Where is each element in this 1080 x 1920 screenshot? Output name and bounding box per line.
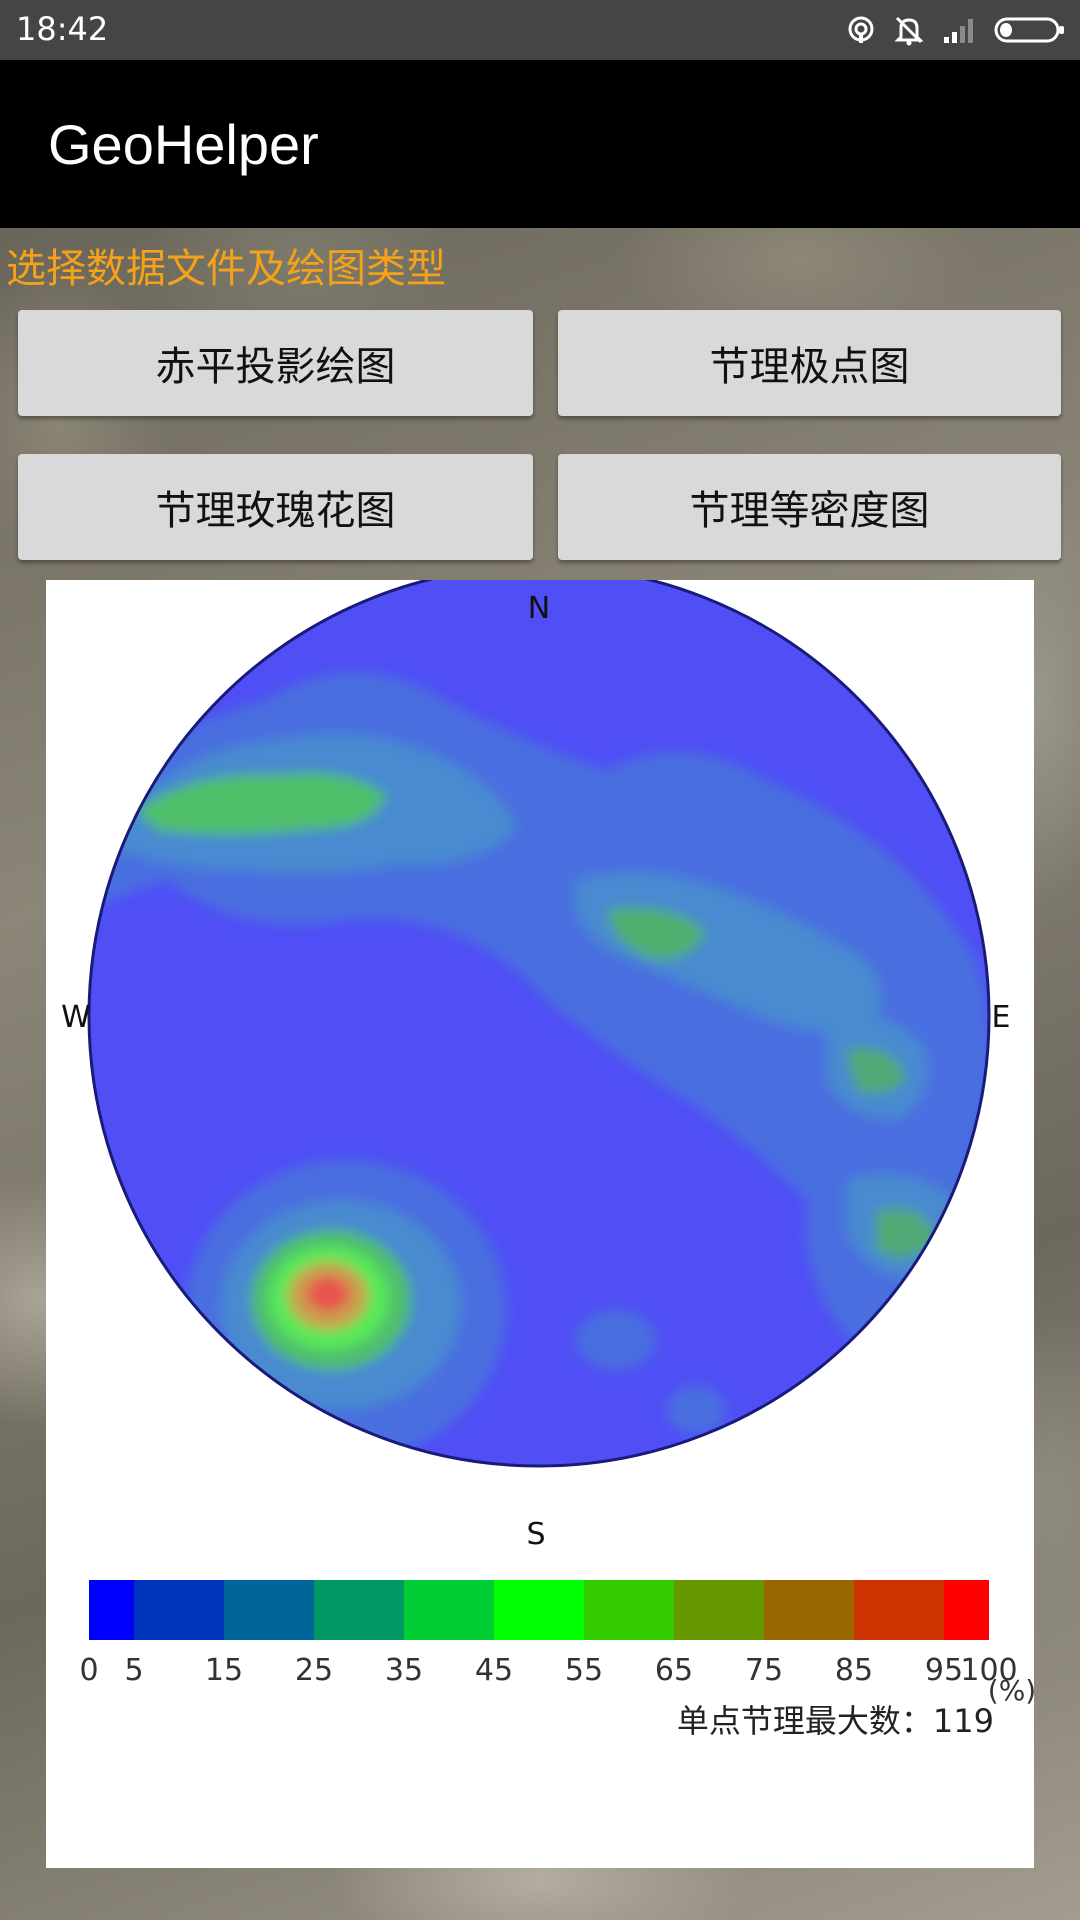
- status-icons: [846, 12, 1066, 48]
- colorbar-bin-10: [944, 1580, 989, 1640]
- colorbar-tick-label: 35: [385, 1653, 423, 1688]
- colorbar-tick-label: 15: [205, 1653, 243, 1688]
- colorbar-tick-label: 85: [835, 1653, 873, 1688]
- joint-pole-plot-button[interactable]: 节理极点图: [558, 310, 1061, 416]
- direction-north: N: [528, 591, 550, 626]
- colorbar-bin-4: [404, 1580, 494, 1640]
- colorbar-bin-6: [584, 1580, 674, 1640]
- battery-icon: [994, 17, 1064, 43]
- colorbar-bin-7: [674, 1580, 764, 1640]
- status-time: 18:42: [16, 10, 109, 48]
- colorbar-bin-8: [764, 1580, 854, 1640]
- colorbar-bin-0: [89, 1580, 134, 1640]
- joint-density-contour-button[interactable]: 节理等密度图: [558, 454, 1061, 560]
- alarm-off-icon: [894, 16, 924, 46]
- direction-east: E: [992, 1000, 1011, 1035]
- max-joint-count-value: 119: [932, 1702, 994, 1740]
- colorbar-tick-label: 25: [295, 1653, 333, 1688]
- colorbar: [89, 1580, 989, 1640]
- direction-south: S: [526, 1517, 545, 1552]
- colorbar-unit: (%): [988, 1674, 1034, 1707]
- colorbar-tick-label: 95: [925, 1653, 963, 1688]
- max-joint-count: 单点节理最大数：119: [677, 1696, 994, 1742]
- colorbar-bin-5: [494, 1580, 584, 1640]
- select-file-prompt: 选择数据文件及绘图类型: [6, 246, 446, 292]
- contour-sw-red: [306, 1276, 350, 1312]
- colorbar-bin-1: [134, 1580, 224, 1640]
- joint-rose-diagram-button[interactable]: 节理玫瑰花图: [18, 454, 533, 560]
- colorbar-ticks: 0 5 15 25 35 45 55 65 75 85 95100: [79, 1653, 1017, 1688]
- status-bar: 18:42: [0, 0, 1080, 60]
- colorbar-tick-label: 65: [655, 1653, 693, 1688]
- max-joint-count-label: 单点节理最大数：: [676, 1702, 933, 1740]
- colorbar-tick-label: 5: [124, 1653, 143, 1688]
- direction-west: W: [61, 1000, 91, 1035]
- colorbar-bin-9: [854, 1580, 944, 1640]
- app-bar: GeoHelper: [0, 60, 1080, 228]
- colorbar-bin-3: [314, 1580, 404, 1640]
- app-title: GeoHelper: [48, 113, 319, 176]
- signal-icon: [944, 19, 973, 43]
- density-plot-panel: N S W E 0 5 15 25 35 45 55 65 75 85 95 100 (%) 单点节理…: [46, 580, 1034, 1868]
- hotspot-icon: [848, 16, 874, 43]
- colorbar-tick-label: 0: [79, 1653, 98, 1688]
- colorbar-tick-label: 45: [475, 1653, 513, 1688]
- colorbar-tick-label: 75: [745, 1653, 783, 1688]
- contour-south-blob-1: [576, 1310, 656, 1370]
- density-plot-svg: N S W E 0 5 15 25 35 45 55 65 75 85 95100 (%): [61, 580, 1034, 1707]
- contour-south-blob-2: [666, 1386, 726, 1434]
- colorbar-tick-label: 55: [565, 1653, 603, 1688]
- stereographic-projection-button[interactable]: 赤平投影绘图: [18, 310, 533, 416]
- colorbar-bin-2: [224, 1580, 314, 1640]
